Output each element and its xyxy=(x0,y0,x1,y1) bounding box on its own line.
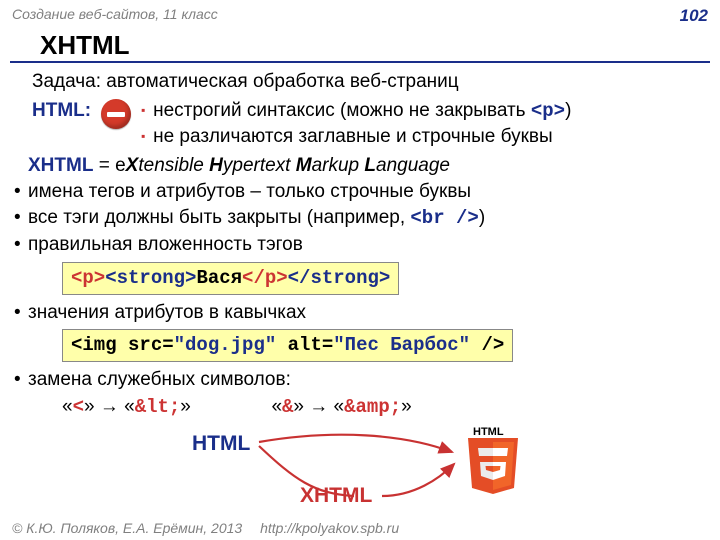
copyright: © К.Ю. Поляков, Е.А. Ерёмин, 2013 xyxy=(12,520,242,536)
diagram: HTML XHTML HTML xyxy=(192,424,702,524)
html5-logo-icon: HTML xyxy=(462,424,524,496)
content: Задача: автоматическая обработка веб-стр… xyxy=(0,69,720,524)
page-number: 102 xyxy=(680,6,708,26)
main-list: имена тегов и атрибутов – только строчны… xyxy=(14,179,702,257)
xhtml-definition: XHTML = eXtensible Hypertext Markup Lang… xyxy=(28,153,702,178)
diagram-html-label: HTML xyxy=(192,430,250,458)
header-bar: Создание веб-сайтов, 11 класс 102 xyxy=(0,0,720,28)
svg-text:HTML: HTML xyxy=(473,426,504,438)
slide-title: XHTML xyxy=(10,28,710,63)
task-text: Задача: автоматическая обработка веб-стр… xyxy=(32,69,702,94)
code-example-1: <p><strong>Вася</p></strong> xyxy=(62,262,399,295)
list-item: все тэги должны быть закрыты (например, … xyxy=(14,205,702,231)
html-bullet-2: не различаются заглавные и строчные букв… xyxy=(141,124,702,149)
html-bullets: нестрогий синтаксис (можно не закрывать … xyxy=(141,98,702,149)
list-item: правильная вложенность тэгов xyxy=(14,232,702,257)
footer: © К.Ю. Поляков, Е.А. Ерёмин, 2013 http:/… xyxy=(12,520,399,536)
no-entry-icon xyxy=(101,99,131,129)
entity-row: «<» → «&lt;» «&» → «&amp;» xyxy=(62,394,702,420)
main-list-2: значения атрибутов в кавычках xyxy=(14,300,702,325)
main-list-3: замена служебных символов: xyxy=(14,367,702,392)
list-item: замена служебных символов: xyxy=(14,367,702,392)
html-label: HTML: xyxy=(32,98,91,123)
html-bullet-1: нестрогий синтаксис (можно не закрывать … xyxy=(141,98,702,124)
html-row: HTML: нестрогий синтаксис (можно не закр… xyxy=(32,98,702,149)
list-item: значения атрибутов в кавычках xyxy=(14,300,702,325)
footer-url: http://kpolyakov.spb.ru xyxy=(260,520,399,536)
code-example-2: <img src="dog.jpg" alt="Пес Барбос" /> xyxy=(62,329,513,362)
diagram-xhtml-label: XHTML xyxy=(300,482,372,510)
list-item: имена тегов и атрибутов – только строчны… xyxy=(14,179,702,204)
course-label: Создание веб-сайтов, 11 класс xyxy=(12,6,218,26)
